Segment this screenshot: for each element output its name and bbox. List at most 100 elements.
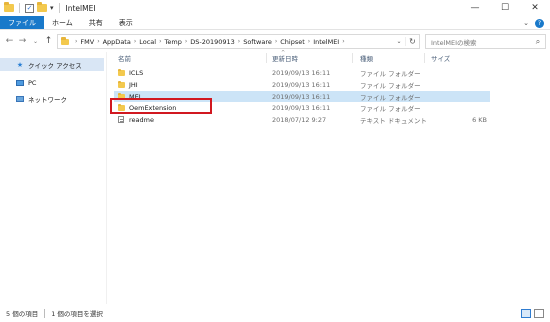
details-view-icon[interactable] (521, 309, 531, 318)
column-divider[interactable] (352, 53, 353, 63)
list-item[interactable]: ICLS 2019/09/13 16:11 ファイル フォルダー (114, 67, 490, 78)
breadcrumb-separator[interactable]: › (275, 38, 277, 45)
item-name: readme (129, 115, 154, 124)
breadcrumb-chipset[interactable]: Chipset (280, 38, 305, 46)
list-item[interactable]: OemExtension 2019/09/13 16:11 ファイル フォルダー (114, 102, 490, 113)
customize-toolbar-icon[interactable]: ▾ (50, 4, 54, 12)
breadcrumb-separator[interactable]: › (159, 38, 161, 45)
breadcrumb-separator[interactable]: › (342, 38, 344, 45)
column-header-type[interactable]: 種類 (360, 52, 373, 64)
expand-ribbon-icon[interactable]: ⌄ (523, 19, 529, 27)
tab-view[interactable]: 表示 (111, 16, 141, 29)
help-icon[interactable]: ? (535, 18, 544, 28)
refresh-icon[interactable]: ↻ (405, 37, 419, 46)
sidebar-item-network[interactable]: ネットワーク (0, 92, 104, 105)
item-name-cell: JHI (118, 79, 138, 90)
item-type: ファイル フォルダー (360, 81, 421, 90)
up-arrow-icon[interactable]: ↑ (42, 36, 55, 46)
item-name-cell: MEI (118, 91, 141, 102)
forward-arrow-icon[interactable]: → (16, 36, 29, 46)
toolbar-divider (58, 3, 60, 13)
quick-access-toolbar: ✓ ▾ (0, 0, 62, 16)
folder-icon (61, 36, 69, 45)
item-date: 2019/09/13 16:11 (272, 92, 331, 101)
item-name-cell: ICLS (118, 67, 143, 78)
folder-icon (118, 92, 125, 100)
folder-icon (118, 103, 125, 111)
sidebar-item-quick-access[interactable]: ★ クイック アクセス (0, 58, 104, 71)
breadcrumb-separator[interactable]: › (97, 38, 99, 45)
search-box[interactable]: IntelMEIの検索 ⌕ (425, 34, 546, 49)
item-type: ファイル フォルダー (360, 69, 421, 78)
address-dropdown-icon[interactable]: ⌄ (393, 38, 405, 45)
item-date: 2019/09/13 16:11 (272, 68, 331, 77)
title-bar: ✓ ▾ IntelMEI — ☐ ✕ (0, 0, 550, 16)
text-file-icon (118, 116, 124, 123)
sidebar-item-label: ネットワーク (28, 95, 67, 104)
window-title: IntelMEI (65, 3, 96, 13)
tab-home[interactable]: ホーム (44, 16, 81, 29)
column-divider[interactable] (424, 53, 425, 63)
minimize-button[interactable]: — (460, 0, 490, 16)
breadcrumb-software[interactable]: Software (243, 38, 272, 46)
breadcrumb-separator[interactable]: › (238, 38, 240, 45)
sidebar-item-label: クイック アクセス (28, 61, 82, 70)
column-header-size[interactable]: サイズ (431, 52, 450, 64)
address-bar[interactable]: › FMV › AppData › Local › Temp › DS-2019… (57, 34, 420, 49)
large-icons-view-icon[interactable] (534, 309, 544, 318)
navigation-pane: ★ クイック アクセス PC ネットワーク (0, 52, 106, 304)
sidebar-item-pc[interactable]: PC (0, 76, 104, 89)
breadcrumb-separator[interactable]: › (308, 38, 310, 45)
view-switcher (521, 309, 544, 318)
item-name: MEI (129, 92, 141, 101)
status-selection: 1 個の項目を選択 (51, 310, 103, 318)
breadcrumb-separator[interactable]: › (134, 38, 136, 45)
list-item-selected[interactable]: MEI 2019/09/13 16:11 ファイル フォルダー (114, 91, 490, 102)
item-size: 6 KB (472, 115, 487, 124)
list-item[interactable]: readme 2018/07/12 9:27 テキスト ドキュメント 6 KB (114, 114, 490, 125)
network-icon (16, 95, 24, 103)
breadcrumb-intelmei[interactable]: IntelMEI (313, 38, 339, 46)
item-type: テキスト ドキュメント (360, 116, 427, 125)
item-date: 2018/07/12 9:27 (272, 115, 327, 124)
recent-locations-icon[interactable]: ⌄ (29, 38, 42, 45)
close-button[interactable]: ✕ (520, 0, 550, 16)
item-name-cell: OemExtension (118, 102, 176, 113)
properties-icon[interactable]: ✓ (25, 3, 34, 13)
maximize-button[interactable]: ☐ (490, 0, 520, 16)
pc-icon (16, 79, 24, 87)
breadcrumb-ds[interactable]: DS-20190913 (190, 38, 235, 46)
search-input[interactable]: IntelMEIの検索 (431, 37, 531, 47)
breadcrumb-appdata[interactable]: AppData (103, 38, 131, 46)
new-folder-icon[interactable] (37, 2, 47, 12)
pane-divider[interactable] (106, 52, 107, 304)
column-header-date[interactable]: 更新日時 (272, 52, 298, 64)
sidebar-item-label: PC (28, 78, 37, 87)
breadcrumb-local[interactable]: Local (139, 38, 156, 46)
item-name: JHI (129, 80, 138, 89)
back-arrow-icon[interactable]: ← (3, 36, 16, 46)
item-type: ファイル フォルダー (360, 104, 421, 113)
breadcrumb-temp[interactable]: Temp (165, 38, 182, 46)
breadcrumb-separator[interactable]: › (185, 38, 187, 45)
item-date: 2019/09/13 16:11 (272, 103, 331, 112)
item-name: OemExtension (129, 103, 177, 112)
breadcrumb-fmv[interactable]: FMV (80, 38, 94, 46)
search-icon[interactable]: ⌕ (531, 37, 545, 47)
ribbon-tabs: ファイル ホーム 共有 表示 ⌄ ? (0, 16, 550, 30)
item-date: 2019/09/13 16:11 (272, 80, 331, 89)
toolbar-divider (19, 3, 20, 13)
item-name: ICLS (129, 68, 144, 77)
list-item[interactable]: JHI 2019/09/13 16:11 ファイル フォルダー (114, 79, 490, 90)
tab-share[interactable]: 共有 (81, 16, 111, 29)
navigation-bar: ← → ⌄ ↑ › FMV › AppData › Local › Temp ›… (0, 31, 550, 51)
column-divider[interactable] (266, 53, 267, 63)
star-icon: ★ (16, 60, 24, 69)
window-controls: — ☐ ✕ (460, 0, 550, 16)
folder-icon (118, 80, 125, 88)
folder-icon (4, 2, 14, 12)
column-header-name[interactable]: 名前 (118, 52, 131, 64)
item-type: ファイル フォルダー (360, 93, 421, 102)
status-divider (44, 308, 46, 318)
tab-file[interactable]: ファイル (0, 16, 44, 29)
